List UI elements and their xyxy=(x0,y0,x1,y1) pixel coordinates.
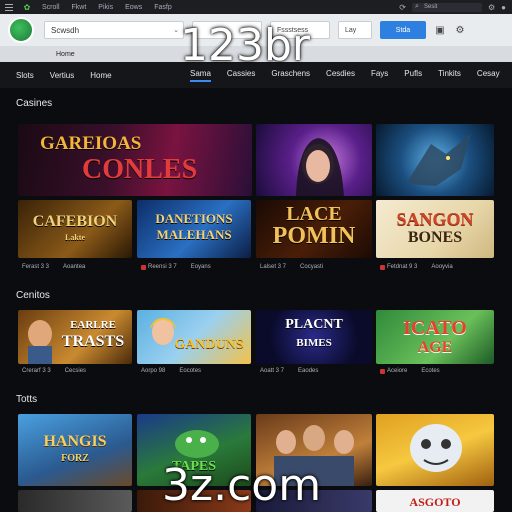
chevron-down-icon[interactable]: ⌄ xyxy=(173,26,179,34)
game-tile[interactable]: PLACNT BIMES xyxy=(256,310,372,364)
game-tile-portrait[interactable] xyxy=(256,124,372,196)
topbar-search[interactable]: Sesit xyxy=(411,2,482,12)
tile-meta: Crerarf 3 3 Cecsies xyxy=(22,368,86,374)
topbar-item[interactable]: Scroll xyxy=(42,4,60,11)
featured-banner[interactable]: GAREIOAS CONLES xyxy=(18,124,252,196)
nav-tab[interactable]: Fays xyxy=(371,69,388,82)
address-value: Scwsdh xyxy=(51,25,80,35)
game-tile[interactable] xyxy=(18,490,132,512)
meta-b: Ecotes xyxy=(421,368,440,374)
meta-b: Eoyans xyxy=(190,264,211,270)
nav-item[interactable]: Slots xyxy=(16,71,34,80)
wolf-art xyxy=(406,134,471,186)
tile-meta: Aoatt 3 7 Eaodes xyxy=(260,368,318,374)
meta-a: Aceiore xyxy=(380,368,407,374)
game-tile[interactable]: EARLRE TRASTS xyxy=(18,310,132,364)
primary-button[interactable]: Stda xyxy=(380,21,426,39)
game-title: EARLRE xyxy=(70,319,116,331)
game-tile[interactable]: LACE POMIN xyxy=(256,200,372,258)
meta-b: Cocyasti xyxy=(300,264,324,270)
meta-b: Aooyvia xyxy=(431,264,453,270)
mascot-art xyxy=(410,424,462,472)
tile-meta: Reensi 3 7 Eoyans xyxy=(141,264,211,270)
meta-b: Eaodes xyxy=(298,368,319,374)
meta-a: Reensi 3 7 xyxy=(141,264,177,270)
gear-icon[interactable]: ⚙ xyxy=(488,3,495,12)
window-icon[interactable]: ▣ xyxy=(434,24,446,36)
game-subtitle: FORZ xyxy=(61,453,89,464)
game-subtitle: AGE xyxy=(417,339,453,356)
game-tile[interactable]: HANGIS FORZ xyxy=(18,414,132,486)
game-subtitle: TRASTS xyxy=(61,333,125,350)
leaf-icon: ✿ xyxy=(23,2,31,12)
nav-tab[interactable]: Cesdies xyxy=(326,69,355,82)
game-title: PLACNT xyxy=(285,317,343,332)
game-subtitle: BIMES xyxy=(296,337,332,349)
section-title: Totts xyxy=(16,394,38,405)
watermark-bottom: 3z.com xyxy=(162,460,322,511)
game-title: ASGOTO xyxy=(409,495,461,509)
tile-meta: Ferast 3 3 Aoantea xyxy=(22,264,85,270)
featured-title-2: CONLES xyxy=(82,154,198,185)
topbar-item[interactable]: Pikis xyxy=(98,4,113,11)
breadcrumb-home[interactable]: Home xyxy=(56,51,75,58)
nav-tab[interactable]: Tinkits xyxy=(438,69,461,82)
featured-title-1: GAREIOAS xyxy=(40,133,142,154)
game-subtitle: GANDUNS xyxy=(174,337,244,352)
game-tile[interactable]: CAFEBION Lakte xyxy=(18,200,132,258)
meta-b: Eocotes xyxy=(179,368,202,374)
settings-icon[interactable]: ⚙ xyxy=(454,24,466,36)
game-subtitle: POMIN xyxy=(272,223,356,249)
game-tile-wolf[interactable] xyxy=(376,124,494,196)
section-title: Casines xyxy=(16,98,53,109)
game-tile[interactable]: ICATO AGE xyxy=(376,310,494,364)
nav-item[interactable]: Vertius xyxy=(50,71,74,80)
topbar-item[interactable]: Eows xyxy=(125,4,142,11)
tile-meta: Lalset 3 7 Cocyasti xyxy=(260,264,323,270)
game-title: DANETIONS xyxy=(155,211,233,226)
topbar-item[interactable]: Fasfp xyxy=(154,4,172,11)
nav-tab[interactable]: Cesay xyxy=(477,69,500,82)
game-title: HANGIS xyxy=(43,433,107,450)
tile-meta: Aceiore Ecotes xyxy=(380,368,440,374)
game-subtitle: MALEHANS xyxy=(156,227,232,242)
game-subtitle: BONES xyxy=(407,229,463,246)
lang-field[interactable]: Lay xyxy=(338,21,372,39)
nav-item[interactable]: Home xyxy=(90,71,111,80)
refresh-icon[interactable]: ⟳ xyxy=(399,3,406,12)
site-logo[interactable] xyxy=(8,17,34,43)
game-title: CAFEBION xyxy=(32,213,118,230)
game-tile[interactable]: ASGOTO xyxy=(376,490,494,512)
meta-b: Cecsies xyxy=(64,368,87,374)
section-title: Cenitos xyxy=(16,290,50,301)
nav-tab[interactable]: Pufls xyxy=(404,69,422,82)
meta-a: Ferast 3 3 xyxy=(22,264,50,270)
game-title: ICATO xyxy=(403,317,467,339)
portrait-art xyxy=(296,138,344,196)
game-title: SANGON xyxy=(396,209,474,229)
watermark-top: 123br xyxy=(180,20,311,71)
meta-a: Aorpo 98 xyxy=(141,368,166,374)
address-bar[interactable]: Scwsdh ⌄ xyxy=(44,21,184,39)
game-subtitle: Lakte xyxy=(65,233,85,242)
meta-a: Fetdnat 9 3 xyxy=(380,264,417,270)
game-tile[interactable]: DANETIONS MALEHANS xyxy=(137,200,251,258)
system-topbar: ✿ Scroll Fkwt Pikis Eows Fasfp ⟳ Sesit ⚙… xyxy=(0,0,512,14)
app-menu-icon[interactable] xyxy=(4,2,14,12)
meta-a: Crerarf 3 3 xyxy=(22,368,51,374)
close-icon[interactable]: ● xyxy=(501,3,506,12)
tile-meta: Fetdnat 9 3 Aooyvia xyxy=(380,264,453,270)
game-title: LACE xyxy=(286,203,342,225)
game-tile[interactable]: SANGON BONES xyxy=(376,200,494,258)
game-tile[interactable]: GANDUNS xyxy=(137,310,251,364)
tile-meta: Aorpo 98 Eocotes xyxy=(141,368,201,374)
meta-b: Aoantea xyxy=(63,264,86,270)
meta-a: Lalset 3 7 xyxy=(260,264,287,270)
meta-a: Aoatt 3 7 xyxy=(260,368,285,374)
topbar-item[interactable]: Fkwt xyxy=(72,4,87,11)
game-tile[interactable] xyxy=(376,414,494,486)
